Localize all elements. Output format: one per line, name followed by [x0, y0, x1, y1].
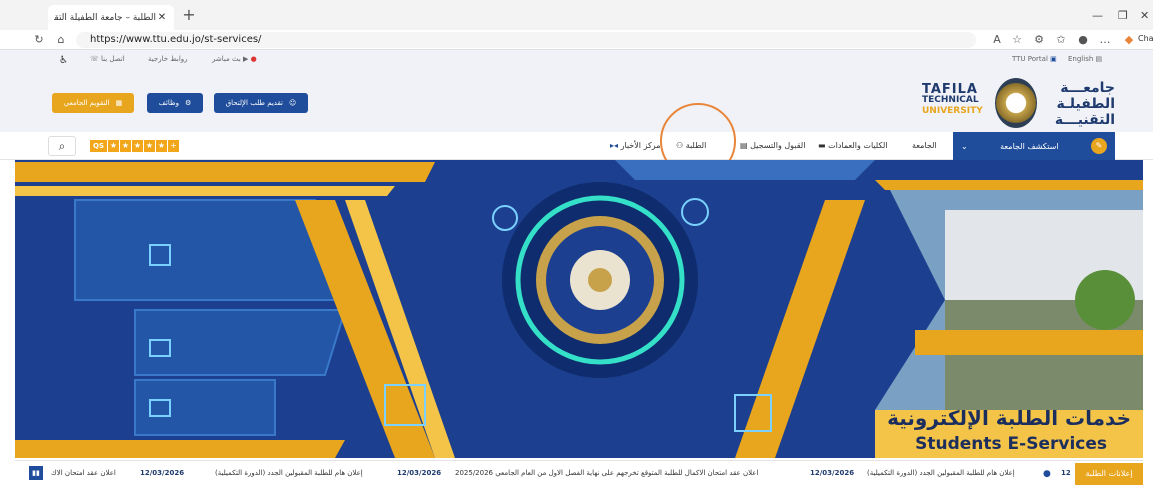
- main-nav: ⌕ QS ★ ★ ★ ★ ★ + مركز الأخبار ◂▸ الطلبة ⚇ الق…: [0, 132, 1153, 160]
- ticker-play-icon[interactable]: ▮▮: [29, 466, 43, 480]
- contact-link[interactable]: اتصل بنا ☏: [90, 55, 125, 63]
- reload-icon[interactable]: ↻: [32, 33, 46, 46]
- ticker-date: 12/03/2026: [397, 469, 442, 477]
- news-icon: ◂▸: [610, 141, 619, 150]
- portal-icon: ▣: [1050, 55, 1057, 63]
- close-window-icon[interactable]: ✕: [1140, 9, 1149, 22]
- calendar-button[interactable]: ▦ التقويم الجامعي: [52, 93, 134, 113]
- logo-arabic[interactable]: جامعـــة الطفيلـة التقنيـــة: [1040, 80, 1115, 128]
- ttu-portal-link[interactable]: TTU Portal ▣: [1012, 55, 1057, 63]
- colleges-icon: ▬: [818, 141, 826, 150]
- hero-banner: خدمات الطلبة الإلكترونية Students E-Serv…: [15, 160, 1143, 458]
- logo-english[interactable]: TAFILA TECHNICAL UNIVERSITY: [922, 83, 983, 117]
- english-link[interactable]: English ▤: [1068, 55, 1102, 63]
- jobs-button[interactable]: ⚙ وظائف: [147, 93, 203, 113]
- ticker-bullet-icon: ●: [1043, 469, 1051, 479]
- nav-university[interactable]: الجامعة: [912, 141, 937, 150]
- ticker-item[interactable]: إعلان هام للطلبة المقبولين الجدد (الدورة…: [867, 469, 1015, 477]
- favorite-star-icon[interactable]: ☆: [1010, 33, 1024, 46]
- apply-button[interactable]: ☺ تقديم طلب الإلتحاق: [214, 93, 308, 113]
- favorites-icon[interactable]: ✩: [1054, 33, 1068, 46]
- ticker-label: إعلانات الطلبة: [1075, 463, 1143, 485]
- copilot-icon[interactable]: ◆: [1122, 33, 1136, 46]
- extensions-icon[interactable]: ⚙: [1032, 33, 1046, 46]
- explore-university-button[interactable]: ✎ استكشف الجامعة ⌄: [953, 132, 1115, 160]
- chevron-down-icon: ⌄: [961, 141, 968, 151]
- flag-icon: ▤: [1095, 55, 1103, 63]
- site-top-strip: ♿ اتصل بنا ☏ روابط خارجية ● ▶ بث مباشر T…: [0, 50, 1153, 72]
- url-input[interactable]: https://www.ttu.edu.jo/st-services/: [76, 32, 976, 48]
- new-tab-icon[interactable]: +: [180, 6, 198, 24]
- nav-admission[interactable]: القبول والتسجيل ▤: [740, 141, 805, 150]
- compass-icon: ✎: [1091, 138, 1107, 154]
- site-header: ▦ التقويم الجامعي ⚙ وظائف ☺ تقديم طلب ال…: [0, 72, 1153, 132]
- minimize-icon[interactable]: —: [1092, 9, 1103, 22]
- browser-tab-bar: الطلبة – جامعة الطفيلة التقنية – (TTU) ✕…: [0, 0, 1153, 30]
- nav-news[interactable]: مركز الأخبار ◂▸: [610, 141, 661, 150]
- university-seal[interactable]: [995, 78, 1037, 128]
- restore-icon[interactable]: ❐: [1118, 9, 1128, 22]
- chat-label[interactable]: Cha: [1138, 34, 1153, 43]
- home-icon[interactable]: ⌂: [54, 33, 68, 46]
- address-bar-row: ↻ ⌂ https://www.ttu.edu.jo/st-services/ …: [0, 30, 1153, 50]
- read-aloud-icon[interactable]: A: [990, 33, 1004, 46]
- ticker-date-edge: 12: [1061, 469, 1071, 477]
- ticker-item[interactable]: اعلان عقد امتحان الاك: [51, 469, 116, 477]
- banner-title-arabic: خدمات الطلبة الإلكترونية: [887, 406, 1131, 430]
- phone-icon: ☏: [90, 55, 99, 63]
- search-icon[interactable]: ⌕: [48, 136, 76, 156]
- news-ticker: ▮▮ اعلان عقد امتحان الاك 12/03/2026 إعلا…: [15, 460, 1143, 486]
- live-stream-link[interactable]: ● ▶ بث مباشر: [212, 55, 257, 63]
- apply-icon: ☺: [288, 99, 297, 107]
- accessibility-icon[interactable]: ♿: [59, 55, 68, 66]
- qs-rating-badge[interactable]: QS ★ ★ ★ ★ ★ +: [90, 140, 179, 152]
- tab-title: الطلبة – جامعة الطفيلة التقنية – (TTU): [54, 12, 156, 23]
- more-icon[interactable]: …: [1098, 33, 1112, 46]
- banner-title-english: Students E-Services: [915, 434, 1107, 454]
- url-text: https://www.ttu.edu.jo/st-services/: [90, 34, 262, 45]
- ticker-item[interactable]: اعلان عقد امتحان الاكمال للطلبة المتوقع …: [455, 469, 758, 477]
- close-tab-icon[interactable]: ✕: [156, 12, 168, 23]
- external-links[interactable]: روابط خارجية: [148, 55, 188, 63]
- calendar-icon: ▦: [115, 99, 123, 107]
- jobs-icon: ⚙: [185, 99, 192, 107]
- admission-icon: ▤: [740, 141, 748, 150]
- ticker-date: 12/03/2026: [810, 469, 855, 477]
- profile-icon[interactable]: ●: [1076, 33, 1090, 46]
- nav-colleges[interactable]: الكليات والعمادات ▬: [818, 141, 888, 150]
- ticker-item[interactable]: إعلان هام للطلبة المقبولين الجدد (الدورة…: [215, 469, 363, 477]
- ticker-date: 12/03/2026: [140, 469, 185, 477]
- browser-tab[interactable]: الطلبة – جامعة الطفيلة التقنية – (TTU) ✕: [48, 5, 174, 30]
